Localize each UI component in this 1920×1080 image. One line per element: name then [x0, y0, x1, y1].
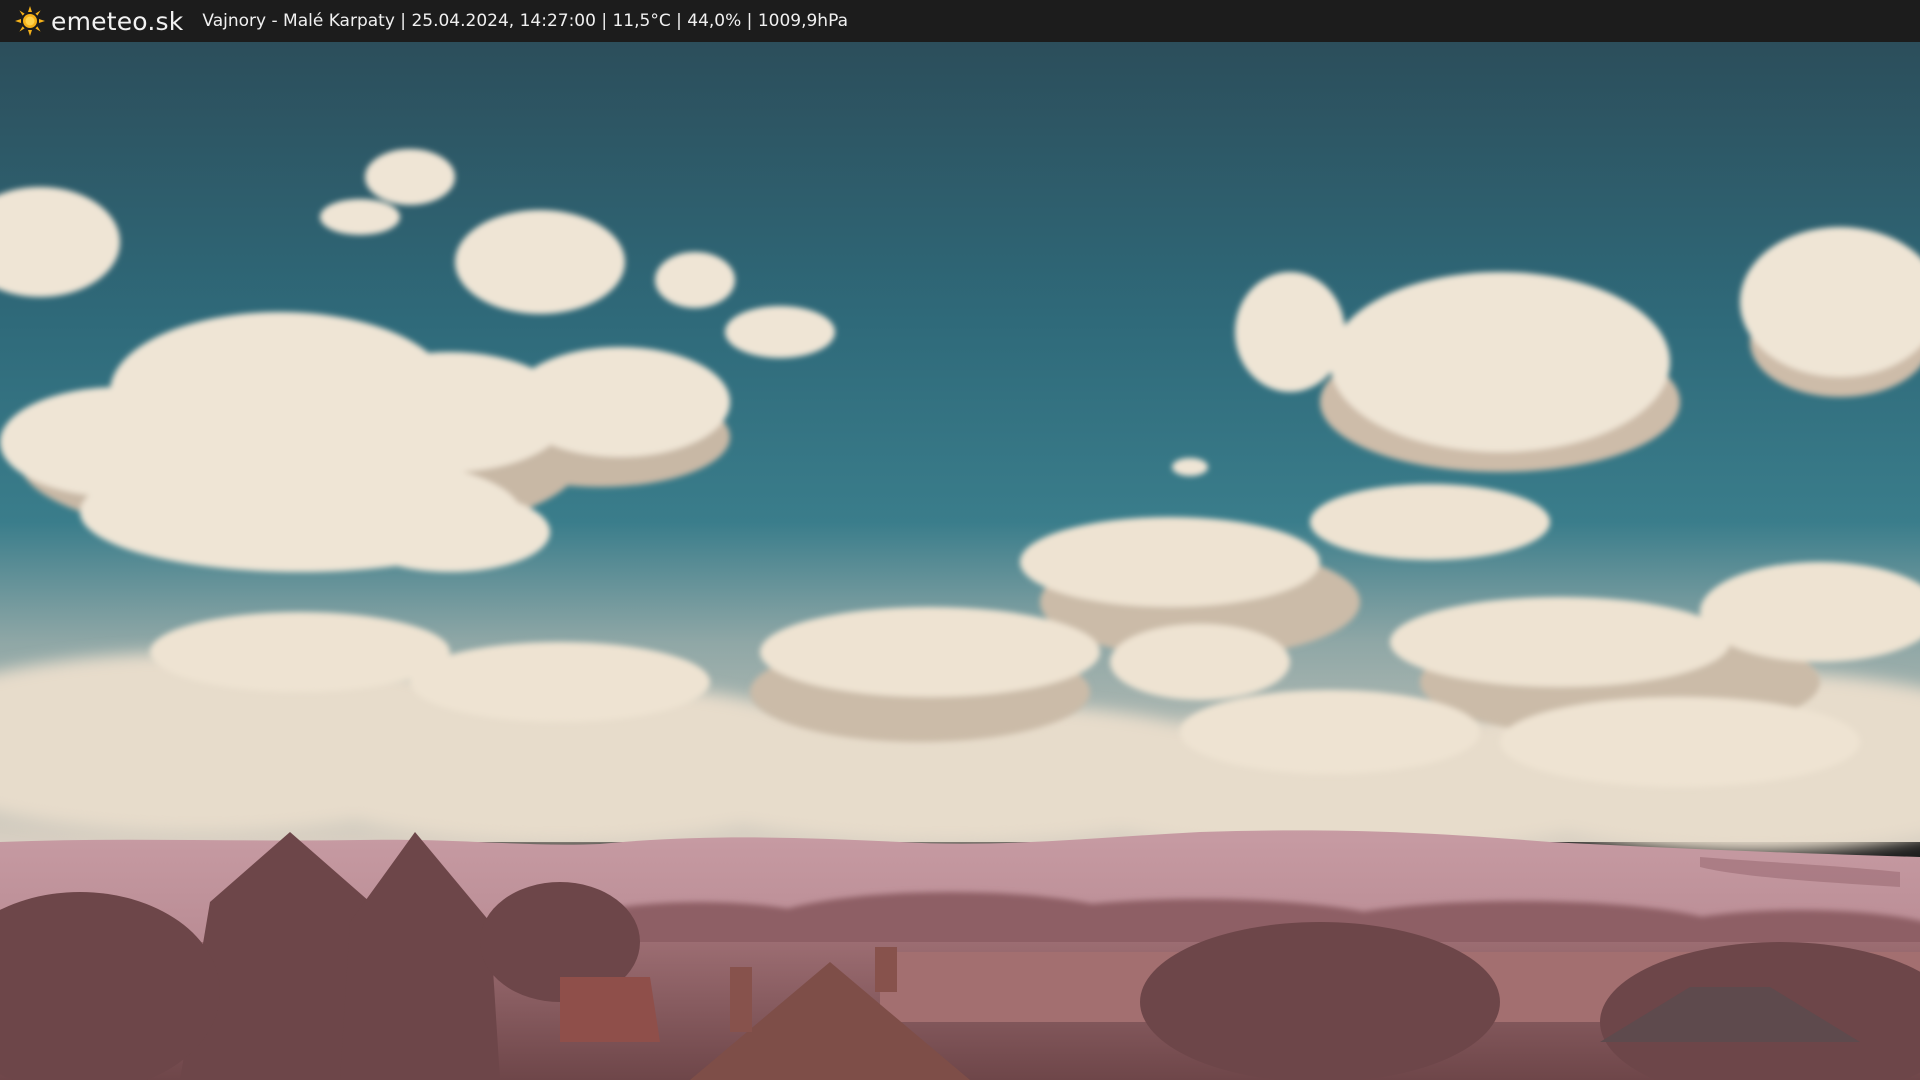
humidity-text: 44,0% [687, 11, 742, 31]
temperature-text: 11,5°C [612, 11, 671, 31]
separator: | [670, 11, 688, 31]
brand-logo[interactable]: emeteo.sk [14, 5, 183, 37]
separator: | [595, 11, 613, 31]
webcam-image [0, 42, 1920, 1080]
station-info: Vajnory - Malé Karpaty | 25.04.2024, 14:… [202, 11, 848, 31]
datetime-text: 25.04.2024, 14:27:00 [411, 11, 596, 31]
separator: | [394, 11, 412, 31]
location-text: Vajnory - Malé Karpaty [202, 11, 395, 31]
webcam-scene [0, 42, 1920, 1080]
sun-icon [15, 6, 45, 36]
pressure-text: 1009,9hPa [757, 11, 848, 31]
top-info-bar: emeteo.sk Vajnory - Malé Karpaty | 25.04… [0, 0, 1920, 42]
brand-name: emeteo.sk [51, 6, 184, 36]
separator: | [741, 11, 758, 31]
